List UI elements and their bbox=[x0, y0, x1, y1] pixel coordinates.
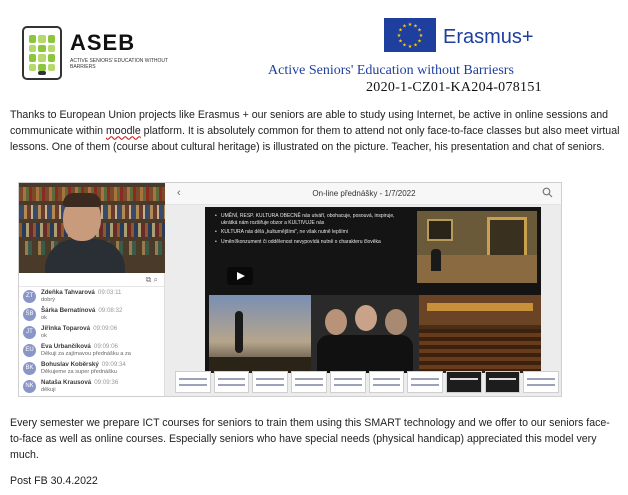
chat-text: Děkuji za zajímavou přednášku a za bbox=[41, 351, 131, 357]
eu-star-icon: ★ bbox=[397, 33, 402, 39]
teacher-video bbox=[19, 183, 165, 273]
avatar: ZT bbox=[23, 290, 36, 303]
chat-author: Šárka Bernatínová 09:08:32 bbox=[41, 307, 123, 314]
avatar: EU bbox=[23, 344, 36, 357]
post-date: Post FB 30.4.2022 bbox=[10, 475, 98, 487]
viewer-title: On-line přednášky - 1/7/2022 bbox=[312, 189, 416, 198]
slide-thumbnail-strip bbox=[175, 371, 560, 393]
slide-thumbnail[interactable] bbox=[329, 371, 366, 393]
chat-time: 09:09:36 bbox=[94, 379, 119, 386]
slide-thumbnail[interactable] bbox=[407, 371, 443, 393]
avatar: ŠB bbox=[23, 308, 36, 321]
chat-message: BK Bohuslav Koběrský 09:09:34 Děkujeme za s… bbox=[19, 359, 164, 377]
avatar: BK bbox=[23, 362, 36, 375]
slide-thumbnail[interactable] bbox=[175, 371, 211, 393]
slide-thumbnail[interactable] bbox=[523, 371, 560, 393]
moodle-word: moodle bbox=[105, 125, 141, 138]
chat-list: ZT Zdeňka Tahvarová 09:03:11 dobrý ŠB Šárka B… bbox=[19, 287, 164, 395]
presentation-viewer: ‹ On-line přednášky - 1/7/2022 UMĚNÍ, RE… bbox=[165, 183, 561, 396]
chat-message: ZT Zdeňka Tahvarová 09:03:11 dobrý bbox=[19, 287, 164, 305]
chat-time: 09:09:06 bbox=[93, 325, 118, 332]
erasmus-label: Erasmus+ bbox=[443, 26, 534, 48]
eu-star-icon: ★ bbox=[417, 39, 422, 45]
eu-star-icon: ★ bbox=[402, 43, 407, 49]
slide-bullet: Umění/konzument či oddělenost nevypovídá… bbox=[215, 239, 405, 246]
tablet-icon bbox=[22, 26, 62, 80]
chat-time: 09:03:11 bbox=[97, 289, 122, 296]
teacher-body bbox=[45, 239, 125, 273]
chat-tools[interactable]: ⧉ ⌕ bbox=[19, 273, 164, 287]
slide-thumbnail[interactable] bbox=[291, 371, 327, 393]
slide-thumbnail[interactable] bbox=[484, 371, 521, 393]
aseb-logo: ASEB Active Seniors' Education without B… bbox=[22, 26, 182, 80]
slide-image-gallery bbox=[417, 211, 537, 283]
aseb-title: ASEB bbox=[70, 30, 136, 55]
chat-author: Bohuslav Koběrský 09:09:34 bbox=[41, 361, 126, 368]
lesson-screenshot: ⧉ ⌕ ZT Zdeňka Tahvarová 09:03:11 dobrý ŠB Šár… bbox=[18, 182, 562, 397]
chat-text: dobrý bbox=[41, 297, 55, 303]
chat-message: NK Nataša Krausová 09:09:36 děkuji bbox=[19, 377, 164, 395]
eu-flag-icon: ★ ★ ★ ★ ★ ★ ★ ★ ★ ★ ★ ★ bbox=[384, 18, 436, 52]
outro-paragraph: Every semester we prepare ICT courses fo… bbox=[10, 417, 610, 462]
chat-panel: ⧉ ⌕ ZT Zdeňka Tahvarová 09:03:11 dobrý ŠB Šár… bbox=[19, 273, 165, 396]
chat-time: 09:09:06 bbox=[93, 343, 118, 350]
video-play-button[interactable] bbox=[227, 267, 253, 285]
presentation-slide: UMĚNÍ, RESP. KULTURA OBECNĚ nás utváří, … bbox=[205, 207, 541, 373]
viewer-toolbar: ‹ On-line přednášky - 1/7/2022 bbox=[165, 183, 561, 205]
slide-image-theatre bbox=[419, 295, 541, 373]
chat-text: děkuji bbox=[41, 387, 56, 393]
slide-thumbnail[interactable] bbox=[368, 371, 405, 393]
avatar: JT bbox=[23, 326, 36, 339]
chat-text: ok bbox=[41, 315, 47, 321]
slide-image-band bbox=[311, 295, 419, 373]
chat-author: Zdeňka Tahvarová 09:03:11 bbox=[41, 289, 122, 296]
chat-author: Jiřinka Toparová 09:09:06 bbox=[41, 325, 118, 332]
slide-bullets: UMĚNÍ, RESP. KULTURA OBECNĚ nás utváří, … bbox=[215, 213, 405, 248]
eu-star-icon: ★ bbox=[408, 22, 413, 28]
chat-text: ok bbox=[41, 333, 47, 339]
slide-thumbnail-current[interactable] bbox=[445, 371, 482, 393]
slide-image-performer bbox=[209, 295, 311, 373]
slide-thumbnail[interactable] bbox=[252, 371, 289, 393]
chat-author: Eva Urbančíková 09:09:06 bbox=[41, 343, 118, 350]
eu-star-icon: ★ bbox=[408, 44, 413, 50]
project-code: 2020-1-CZ01-KA204-078151 bbox=[366, 80, 542, 95]
chat-author: Nataša Krausová 09:09:36 bbox=[41, 379, 119, 386]
eu-star-icon: ★ bbox=[402, 23, 407, 29]
teacher-hair bbox=[63, 193, 101, 207]
slide-thumbnail[interactable] bbox=[213, 371, 250, 393]
chat-time: 09:09:34 bbox=[101, 361, 126, 368]
chat-message: JT Jiřinka Toparová 09:09:06 ok bbox=[19, 323, 164, 341]
chat-message: ŠB Šárka Bernatínová 09:08:32 ok bbox=[19, 305, 164, 323]
avatar: NK bbox=[23, 380, 36, 393]
eu-star-icon: ★ bbox=[398, 39, 403, 45]
chat-time: 09:08:32 bbox=[98, 307, 123, 314]
slide-bullet: KULTURA nás dělá „kulturnějšími“, ne vša… bbox=[215, 229, 405, 236]
search-icon[interactable] bbox=[542, 187, 553, 198]
chat-message: EU Eva Urbančíková 09:09:06 Děkuji za zajím… bbox=[19, 341, 164, 359]
slide-bullet: UMĚNÍ, RESP. KULTURA OBECNĚ nás utváří, … bbox=[215, 213, 405, 226]
aseb-subtitle: Active Seniors' Education without Barrie… bbox=[70, 58, 168, 70]
chat-text: Děkujeme za super přednášku bbox=[41, 369, 117, 375]
project-title: Active Seniors' Education without Barrie… bbox=[268, 63, 514, 78]
intro-paragraph: Thanks to European Union projects like E… bbox=[10, 107, 622, 156]
eu-star-icon: ★ bbox=[413, 43, 418, 49]
